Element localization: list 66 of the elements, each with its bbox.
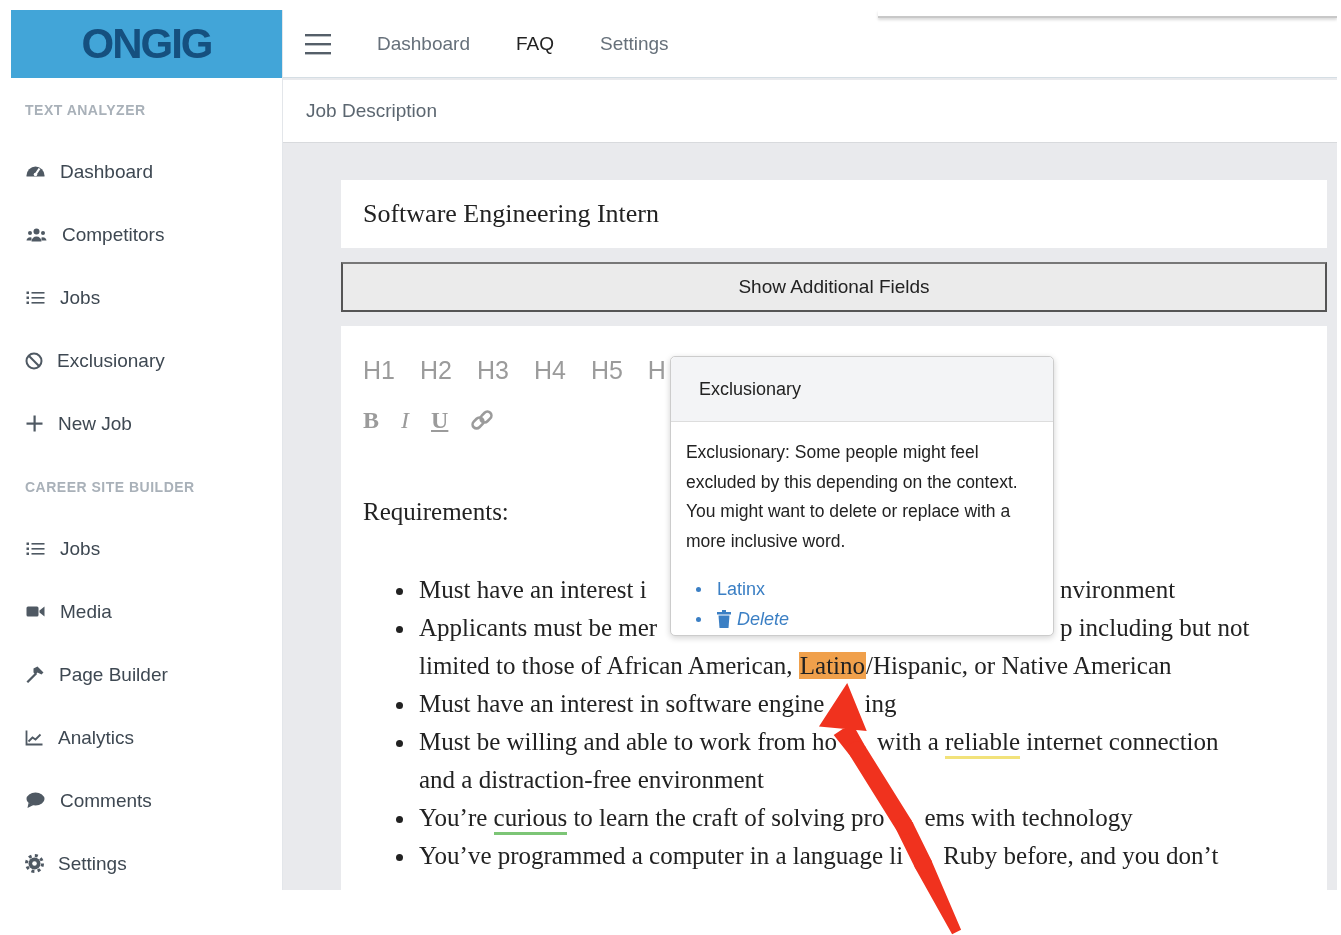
sidebar-item[interactable]: Settings	[58, 852, 127, 875]
comment-icon	[25, 791, 46, 810]
list-icon	[25, 540, 46, 557]
underlined-word[interactable]: curious	[493, 804, 568, 835]
hammer-icon	[25, 664, 45, 685]
show-fields-button[interactable]: Show Additional Fields	[341, 262, 1327, 312]
bullet-text: with a	[877, 728, 940, 755]
sidebar-item[interactable]: Page Builder	[59, 663, 168, 686]
bullet-text: Must have an interest in software engine	[419, 690, 825, 717]
link-icon[interactable]	[470, 408, 495, 432]
menu-icon	[305, 32, 331, 55]
plus-icon	[25, 414, 44, 433]
bullet-text: ing	[864, 690, 897, 717]
bullet-text: to learn the craft of solving pro	[572, 804, 885, 831]
bullet-text: You’ve programmed a computer in a language li	[419, 842, 904, 869]
underlined-word[interactable]: reliable	[945, 728, 1020, 759]
bullet-text: limited to those of African American,	[419, 652, 794, 679]
sidebar-item[interactable]: Exclusionary	[57, 349, 165, 372]
bullet-text: Must have an interest i	[419, 576, 647, 603]
list-icon	[25, 289, 46, 306]
bullet-text: Applicants must be mer	[419, 614, 658, 641]
delete-link[interactable]: Delete	[736, 608, 789, 630]
bullet-text: and a distraction-free environment	[419, 766, 764, 793]
bullet-text: /Hispanic, or Native American	[866, 652, 1172, 679]
nav-link[interactable]: Settings	[599, 32, 669, 55]
bullet-text: p including but not	[1059, 614, 1250, 641]
nav-link[interactable]: FAQ	[515, 32, 554, 55]
nav-link[interactable]: Dashboard	[377, 32, 470, 55]
section-title: CAREER SITE BUILDER	[24, 478, 196, 497]
bullet-text: nvironment	[1059, 576, 1176, 603]
bullet-text: Must be willing and able to work from ho	[419, 728, 837, 755]
bullet-icon	[396, 702, 403, 709]
bullet-icon	[695, 587, 701, 592]
sidebar-item[interactable]: Jobs	[60, 286, 101, 309]
sidebar-item[interactable]: Media	[60, 600, 112, 623]
sidebar-item[interactable]: Dashboard	[60, 160, 153, 183]
bullet-text: Ruby before, and you don’t	[943, 842, 1219, 869]
page-header: Job Description	[283, 80, 1337, 143]
sidebar-item[interactable]: Jobs	[60, 537, 101, 560]
popover-message: Exclusionary: Some people might feel excluded by this depending on the context. You might want to delete or replace with a more inclusive word.	[684, 441, 1019, 553]
line-chart-icon	[25, 729, 44, 746]
job-title-field[interactable]: Software Engineering Intern	[341, 180, 1327, 248]
sidebar-item[interactable]: Comments	[60, 789, 152, 812]
bullet-icon	[396, 816, 403, 823]
bullet-icon	[396, 588, 403, 595]
section-title: TEXT ANALYZER	[24, 101, 147, 120]
sidebar-item[interactable]: New Job	[58, 412, 132, 435]
bullet-icon	[396, 854, 403, 861]
ban-icon	[25, 351, 43, 370]
bullet-text: ems with technology	[924, 804, 1133, 831]
trash-icon	[716, 610, 731, 628]
video-camera-icon	[25, 605, 46, 618]
bullet-text: You’re	[419, 804, 489, 831]
replacement-link[interactable]: Latinx	[716, 578, 765, 600]
settings-icon	[25, 854, 44, 873]
bullet-icon	[396, 740, 403, 747]
gauge-icon	[25, 165, 46, 178]
flagged-word[interactable]: Latino	[798, 652, 867, 679]
popover-title: Exclusionary	[670, 357, 1053, 422]
sidebar-item[interactable]: Analytics	[58, 726, 135, 749]
bullet-icon	[695, 617, 701, 622]
section-heading: Requirements:	[363, 498, 509, 526]
users-icon	[25, 226, 48, 243]
bullet-text: internet connection	[1025, 728, 1219, 755]
bullet-icon	[396, 626, 403, 633]
sidebar-item[interactable]: Competitors	[62, 223, 165, 246]
